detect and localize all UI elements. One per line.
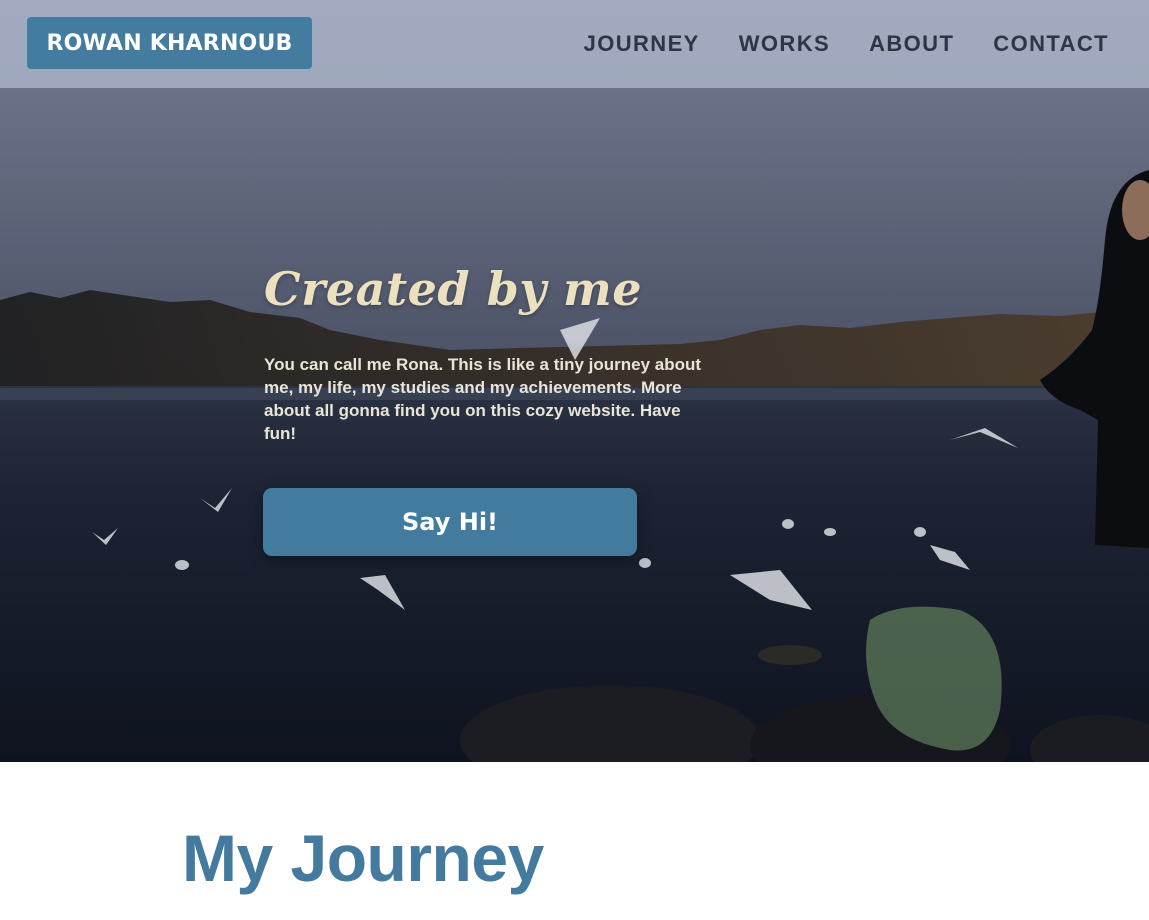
hero-title: Created by me (264, 262, 642, 316)
top-navbar: ROWAN KHARNOUB JOURNEY WORKS ABOUT CONTA… (0, 0, 1149, 88)
brand-logo-button[interactable]: ROWAN KHARNOUB (27, 17, 312, 69)
nav-link-works[interactable]: WORKS (739, 30, 830, 58)
hero-section: ROWAN KHARNOUB JOURNEY WORKS ABOUT CONTA… (0, 0, 1149, 762)
say-hi-button[interactable]: Say Hi! (263, 488, 637, 556)
nav-links: JOURNEY WORKS ABOUT CONTACT (584, 30, 1109, 58)
hero-description: You can call me Rona. This is like a tin… (264, 355, 702, 443)
nav-link-about[interactable]: ABOUT (869, 30, 954, 58)
nav-link-journey[interactable]: JOURNEY (584, 30, 700, 58)
journey-section-heading: My Journey (182, 821, 544, 895)
nav-link-contact[interactable]: CONTACT (993, 30, 1109, 58)
